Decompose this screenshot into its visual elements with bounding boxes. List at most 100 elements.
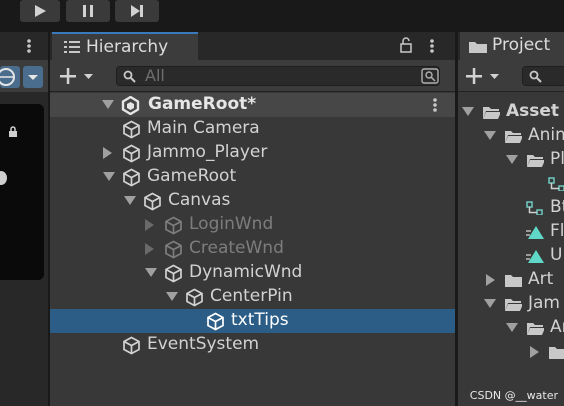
collapse-arrow-icon[interactable]	[145, 219, 154, 231]
project-row-label: Bt	[550, 197, 564, 217]
scene-search-toggle-icon[interactable]	[421, 68, 439, 84]
project-row[interactable]: Ar	[458, 316, 564, 340]
tab-project[interactable]: Project	[460, 32, 564, 60]
plus-icon	[60, 68, 93, 84]
tab-hierarchy[interactable]: Hierarchy	[52, 32, 198, 60]
gizmo-dropdown[interactable]	[23, 66, 43, 88]
create-button[interactable]	[464, 66, 506, 86]
project-row[interactable]: Art	[458, 268, 564, 292]
hierarchy-row[interactable]: txtTips	[50, 309, 455, 333]
hierarchy-row[interactable]: EventSystem	[50, 333, 455, 357]
project-row-label: U	[550, 245, 563, 265]
animation-clip-icon	[526, 250, 544, 263]
hierarchy-row-label: GameRoot	[147, 166, 237, 186]
play-button[interactable]	[20, 0, 60, 22]
play-icon	[35, 5, 46, 17]
expand-arrow-icon[interactable]	[166, 292, 178, 301]
project-toolbar	[458, 60, 564, 92]
hierarchy-row[interactable]: Canvas	[50, 189, 455, 213]
project-row[interactable]: Fl	[458, 220, 564, 244]
hierarchy-row-label: LoginWnd	[189, 214, 274, 234]
hierarchy-row-label: CreateWnd	[189, 238, 284, 258]
hierarchy-row-label: EventSystem	[147, 334, 260, 354]
collapse-arrow-icon[interactable]	[145, 243, 154, 255]
hierarchy-row[interactable]: Jammo_Player	[50, 141, 455, 165]
watermark: CSDN @__water	[469, 389, 558, 402]
expand-arrow-icon[interactable]	[462, 107, 474, 116]
project-row-label: Pl	[550, 149, 564, 169]
expand-arrow-icon[interactable]	[484, 131, 496, 140]
lock-icon[interactable]	[400, 37, 412, 53]
create-button[interactable]	[58, 66, 100, 86]
hierarchy-tab-label: Hierarchy	[86, 37, 169, 57]
gameobject-cube-icon	[165, 240, 182, 259]
hierarchy-row[interactable]: CenterPin	[50, 285, 455, 309]
hierarchy-search-field[interactable]: All	[116, 66, 440, 86]
kebab-menu-icon[interactable]	[26, 38, 32, 54]
pause-icon	[83, 5, 93, 17]
hierarchy-panel: Hierarchy All GameRoot* Main Camera Jammo…	[50, 32, 455, 406]
gizmo-button[interactable]	[0, 66, 20, 88]
hierarchy-row[interactable]: Main Camera	[50, 117, 455, 141]
step-button[interactable]	[115, 0, 159, 22]
chevron-down-icon	[28, 75, 38, 80]
pause-button[interactable]	[66, 0, 110, 22]
search-placeholder: All	[145, 66, 165, 85]
expand-arrow-icon[interactable]	[506, 323, 518, 332]
project-panel: Project Asset Anim Pl Bt Fl U Art Jam Ar	[458, 32, 564, 406]
gameobject-cube-icon	[165, 264, 182, 283]
project-row[interactable]: Pl	[458, 148, 564, 172]
expand-arrow-icon[interactable]	[102, 100, 114, 109]
project-row-label: Ar	[550, 317, 564, 337]
project-row[interactable]: Jam	[458, 292, 564, 316]
kebab-menu-icon[interactable]	[432, 97, 438, 113]
expand-arrow-icon[interactable]	[484, 299, 496, 308]
project-row[interactable]	[458, 172, 564, 196]
hierarchy-row[interactable]: DynamicWnd	[50, 261, 455, 285]
project-row[interactable]: Asset	[458, 100, 564, 124]
project-row-label: Anim	[528, 125, 564, 145]
scene-view[interactable]	[0, 104, 44, 280]
expand-arrow-icon[interactable]	[145, 268, 157, 277]
hierarchy-row-label: Jammo_Player	[147, 142, 268, 162]
expand-arrow-icon[interactable]	[124, 196, 136, 205]
folder-icon	[469, 42, 487, 53]
hierarchy-row[interactable]: LoginWnd	[50, 213, 455, 237]
hierarchy-tabbar: Hierarchy	[50, 32, 455, 60]
hierarchy-row-label: txtTips	[231, 310, 289, 330]
folder-open-icon	[527, 155, 544, 167]
gameobject-cube-icon	[123, 120, 140, 139]
folder-icon	[505, 275, 522, 287]
collapse-arrow-icon[interactable]	[530, 346, 539, 358]
gameobject-cube-icon	[207, 312, 224, 331]
search-icon	[529, 70, 542, 83]
collapse-arrow-icon[interactable]	[486, 274, 495, 286]
expand-arrow-icon[interactable]	[506, 155, 518, 164]
hierarchy-row[interactable]: CreateWnd	[50, 237, 455, 261]
hierarchy-toolbar: All	[50, 60, 455, 92]
project-row[interactable]: Anim	[458, 124, 564, 148]
kebab-menu-icon[interactable]	[429, 38, 435, 54]
project-row[interactable]: Bt	[458, 196, 564, 220]
scene-tabbar	[0, 32, 48, 60]
folder-icon	[549, 347, 564, 359]
expand-arrow-icon[interactable]	[103, 172, 115, 181]
gameobject-cube-icon	[123, 168, 140, 187]
folder-open-icon	[505, 131, 522, 143]
unity-scene-icon	[121, 96, 140, 115]
animation-clip-icon	[526, 226, 544, 239]
folder-open-icon	[505, 299, 522, 311]
scene-header-row[interactable]: GameRoot*	[50, 93, 455, 117]
gameobject-cube-icon	[123, 336, 140, 355]
project-search-field[interactable]	[522, 66, 564, 86]
scene-toolbar	[0, 60, 48, 92]
project-row-label: Asset	[506, 101, 560, 121]
project-row[interactable]: U	[458, 244, 564, 268]
project-row-label: Fl	[550, 221, 564, 241]
list-icon	[64, 41, 80, 53]
hierarchy-row[interactable]: GameRoot	[50, 165, 455, 189]
collapse-arrow-icon[interactable]	[103, 147, 112, 159]
gameobject-cube-icon	[165, 216, 182, 235]
project-row[interactable]	[458, 340, 564, 364]
gameobject-cube-icon	[186, 288, 203, 307]
